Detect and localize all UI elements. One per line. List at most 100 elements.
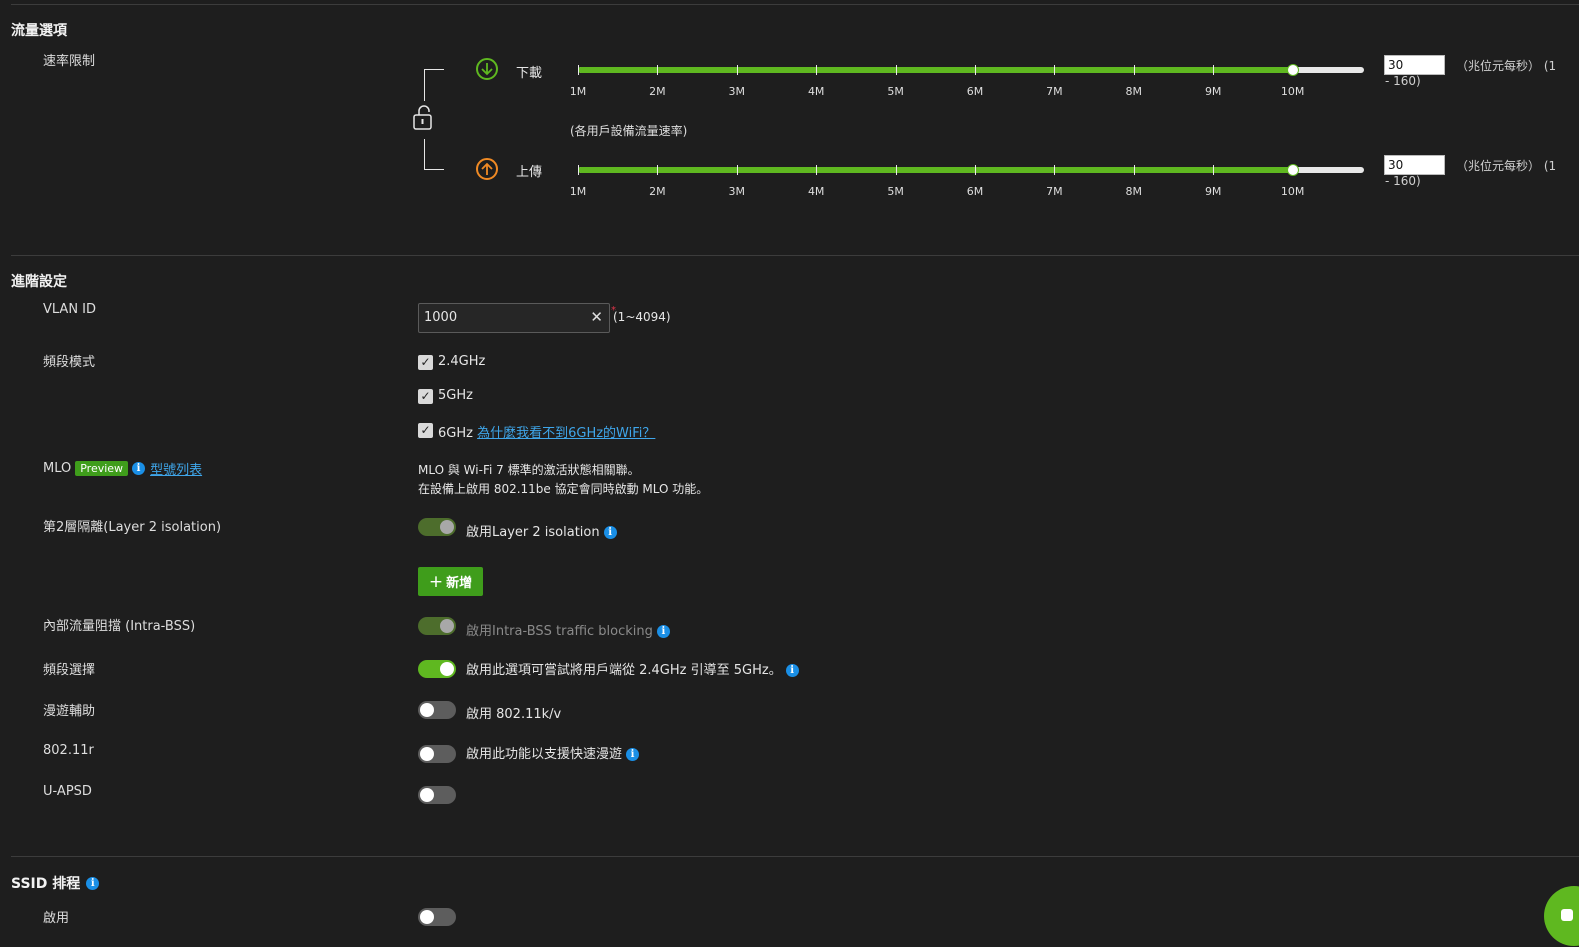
slider-tick-label: 1M (569, 185, 587, 198)
band-5-checkbox[interactable]: ✓ (418, 389, 433, 404)
uapsd-toggle[interactable] (418, 786, 456, 804)
slider-tick-label: 4M (807, 85, 825, 98)
band-select-label: 頻段選擇 (43, 663, 96, 678)
slider-tick-label: 8M (1125, 85, 1143, 98)
traffic-section-title: 流量選項 (11, 23, 67, 39)
slider-tick-label: 9M (1204, 85, 1222, 98)
band-select-toggle[interactable] (418, 660, 456, 678)
upload-rate-input[interactable]: 30 (1384, 155, 1445, 175)
band-24-checkbox[interactable]: ✓ (418, 355, 433, 370)
slider-tick (1133, 65, 1135, 75)
why-no-6ghz-link[interactable]: 為什麼我看不到6GHz的WiFi？ (477, 426, 655, 441)
slider-tick (895, 165, 897, 175)
slider-tick-label: 7M (1046, 185, 1063, 198)
mlo-label: MLO (43, 461, 72, 476)
slider-thumb[interactable] (1287, 64, 1300, 76)
slider-tick-label: 5M (887, 185, 904, 198)
info-icon[interactable]: i (603, 526, 617, 539)
info-icon[interactable]: i (86, 876, 100, 890)
schedule-enable-label: 啟用 (43, 911, 70, 926)
info-icon[interactable]: i (656, 625, 670, 638)
slider-tick-label: 1M (569, 85, 587, 98)
slider-tick (1054, 65, 1056, 75)
download-slider[interactable] (578, 64, 1364, 76)
band-6-row: 6GHz 為什麼我看不到6GHz的WiFi？ (438, 422, 655, 441)
info-icon[interactable]: i (785, 664, 799, 677)
slider-tick (578, 65, 579, 75)
download-range-label: - 160) (1385, 74, 1421, 88)
slider-tick (1133, 165, 1135, 175)
layer2-toggle-row: 啟用Layer 2 isolation i (466, 521, 617, 540)
band-6-checkbox[interactable]: ✓ (418, 423, 433, 438)
slider-tick-label: 2M (649, 85, 666, 98)
add-button[interactable]: + 新增 (418, 567, 483, 596)
slider-tick-label: 5M (887, 85, 904, 98)
chat-icon (1561, 909, 1573, 921)
download-label: 下載 (516, 66, 543, 81)
link-bracket-bottom (424, 139, 444, 170)
fast-roaming-toggle-row: 啟用此功能以支援快速漫遊 i (466, 743, 640, 762)
slider-tick (975, 65, 976, 75)
rate-limit-label: 速率限制 (43, 54, 96, 69)
intra-bss-toggle-label: 啟用Intra-BSS traffic blocking (466, 624, 653, 639)
download-arrow-icon (476, 58, 498, 80)
slider-tick (975, 165, 976, 175)
slider-tick (578, 165, 579, 175)
download-slider-fill (578, 67, 1294, 73)
layer2-toggle-label: 啟用Layer 2 isolation (466, 525, 600, 540)
upload-slider-fill (578, 167, 1294, 173)
intra-bss-toggle-row: 啟用Intra-BSS traffic blocking i (466, 620, 670, 639)
slider-tick (1213, 65, 1215, 75)
roaming-assist-label: 漫遊輔助 (43, 704, 96, 719)
mlo-description-1: MLO 與 Wi-Fi 7 標準的激活狀態相關聯。 (418, 463, 640, 477)
layer2-isolation-label: 第2層隔離(Layer 2 isolation) (43, 520, 222, 535)
layer2-isolation-toggle[interactable] (418, 518, 456, 536)
download-rate-input[interactable]: 30 (1384, 55, 1445, 75)
fast-roaming-label: 802.11r (43, 743, 94, 758)
link-bracket-top (424, 69, 444, 101)
slider-thumb[interactable] (1287, 164, 1300, 176)
roaming-assist-toggle[interactable] (418, 701, 456, 719)
slider-tick-label: 7M (1046, 85, 1063, 98)
chat-button[interactable] (1544, 886, 1579, 946)
vlan-id-input[interactable]: 1000 ✕ (418, 303, 610, 333)
fast-roaming-toggle-label: 啟用此功能以支援快速漫遊 (466, 747, 623, 762)
schedule-section-title: SSID 排程 (11, 876, 81, 892)
unlock-icon[interactable] (412, 104, 436, 136)
slider-tick (736, 65, 738, 75)
slider-tick-label: 6M (966, 185, 984, 198)
slider-tick-label: 10M (1280, 85, 1305, 98)
slider-tick (1213, 165, 1215, 175)
vlan-id-label: VLAN ID (43, 302, 97, 317)
download-unit-label: （兆位元每秒） (1 (1456, 59, 1557, 73)
model-list-link[interactable]: 型號列表 (150, 459, 202, 478)
mlo-label-row: MLO Preview i 型號列表 (43, 459, 202, 478)
intra-bss-label: 內部流量阻擋 (Intra-BSS) (43, 619, 196, 634)
schedule-title-row: SSID 排程 i (11, 873, 100, 893)
slider-tick (816, 165, 818, 175)
band-6-label: 6GHz (438, 426, 473, 441)
band-select-toggle-label: 啟用此選項可嘗試將用戶端從 2.4GHz 引導至 5GHz。 (466, 663, 782, 678)
upload-unit-label: （兆位元每秒） (1 (1456, 159, 1557, 173)
vlan-range-label: (1~4094) (613, 310, 671, 324)
schedule-enable-toggle[interactable] (418, 908, 456, 926)
info-icon[interactable]: i (626, 748, 640, 761)
slider-tick-label: 2M (649, 185, 666, 198)
fast-roaming-toggle[interactable] (418, 745, 456, 763)
clear-icon[interactable]: ✕ (590, 308, 603, 326)
info-icon[interactable]: i (132, 462, 146, 475)
upload-arrow-icon (476, 158, 498, 180)
band-mode-label: 頻段模式 (43, 355, 96, 370)
band-select-toggle-row: 啟用此選項可嘗試將用戶端從 2.4GHz 引導至 5GHz。 i (466, 659, 799, 678)
upload-slider[interactable] (578, 164, 1364, 176)
roaming-toggle-label: 啟用 802.11k/v (466, 707, 562, 722)
advanced-section-title: 進階設定 (11, 274, 67, 290)
slider-tick-label: 10M (1280, 185, 1305, 198)
slider-tick (1054, 165, 1056, 175)
plus-icon: + (428, 571, 444, 592)
slider-tick-label: 9M (1204, 185, 1222, 198)
slider-tick (895, 65, 897, 75)
intra-bss-toggle[interactable] (418, 617, 456, 635)
slider-tick-label: 8M (1125, 185, 1143, 198)
slider-tick (816, 65, 818, 75)
